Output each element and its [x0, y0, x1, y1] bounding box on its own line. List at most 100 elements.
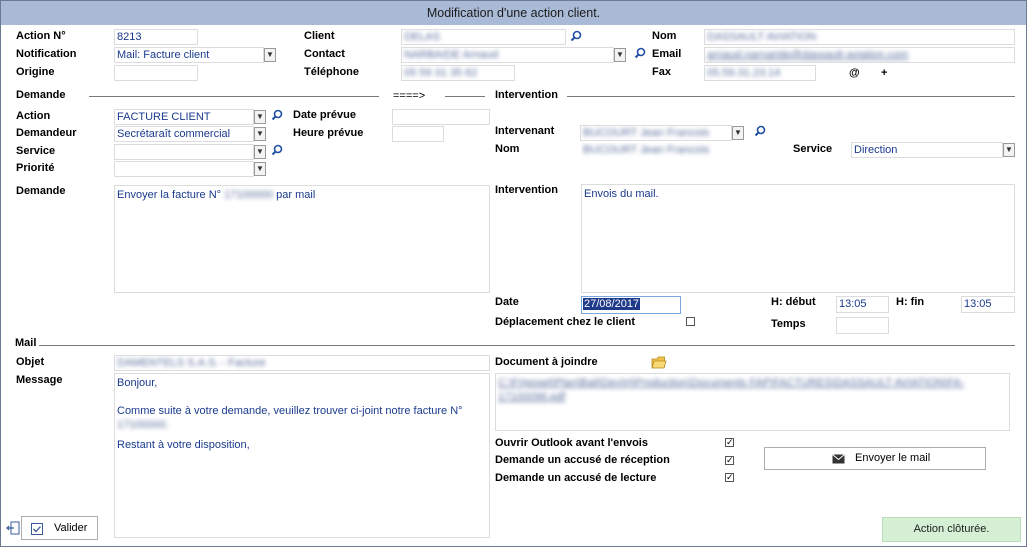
intervenant-dropdown-chevron-down-icon[interactable]: ▼	[732, 126, 744, 140]
client-search-magnifier-icon[interactable]	[570, 30, 582, 42]
intervention-textarea[interactable]: Envois du mail.	[581, 184, 1015, 293]
intervenant-label: Intervenant	[495, 125, 555, 137]
intervention-nom-value: BUCOURT Jean Francois	[583, 144, 710, 156]
validate-button[interactable]: Valider	[21, 516, 98, 540]
document-path: C:\Frigoset\Plan\Bail\Dev\H\Production\D…	[498, 377, 965, 403]
accuse-reception-label: Demande un accusé de réception	[495, 454, 670, 466]
fax-label: Fax	[652, 66, 671, 78]
objet-label: Objet	[16, 356, 45, 368]
add-plus-button[interactable]: +	[881, 66, 887, 80]
app-window: Modification d'une action client. Action…	[0, 0, 1027, 547]
demande-divider	[89, 96, 379, 97]
mail-divider	[39, 345, 1015, 346]
h-fin-label: H: fin	[896, 296, 925, 308]
contact-select[interactable]: NARBAIDE Arnaud	[401, 47, 614, 63]
priorite-label: Priorité	[16, 162, 55, 174]
telephone-label: Téléphone	[304, 66, 360, 78]
intervention-service-label: Service	[793, 143, 833, 155]
demandeur-dropdown-chevron-down-icon[interactable]: ▼	[254, 127, 266, 141]
heure-prevue-label: Heure prévue	[293, 127, 364, 139]
send-mail-button[interactable]: Envoyer le mail	[764, 447, 986, 470]
action-search-magnifier-icon[interactable]	[271, 109, 283, 121]
intervention-nom-field: BUCOURT Jean Francois	[580, 142, 780, 158]
deplacement-label: Déplacement chez le client	[495, 316, 635, 328]
accuse-lecture-checkbox[interactable]: ✓	[725, 473, 734, 482]
action-dropdown-chevron-down-icon[interactable]: ▼	[254, 110, 266, 124]
client-field[interactable]: DELAS	[401, 29, 566, 45]
check-icon	[31, 523, 43, 535]
objet-value: DAMENTELS S.A.S. - Facture	[117, 357, 266, 369]
nom-value: DASSAULT AVIATION	[707, 31, 817, 43]
message-line-2: Comme suite à votre demande, veuillez tr…	[117, 405, 463, 417]
intervenant-search-magnifier-icon[interactable]	[754, 125, 766, 137]
fax-value: 05.59.31.23.14	[707, 67, 781, 79]
exit-icon[interactable]	[6, 521, 20, 535]
action-select[interactable]: FACTURE CLIENT	[114, 109, 254, 125]
demandeur-select[interactable]: Secrétaraît commercial	[114, 126, 254, 142]
date-value: 27/08/2017	[583, 298, 641, 310]
contact-search-magnifier-icon[interactable]	[634, 47, 646, 59]
email-send-at-button[interactable]: @	[849, 66, 860, 80]
message-textarea[interactable]: Bonjour, Comme suite à votre demande, veu…	[114, 373, 490, 538]
action-no-label: Action N°	[16, 30, 66, 42]
service-dropdown-chevron-down-icon[interactable]: ▼	[254, 145, 266, 159]
notification-dropdown-chevron-down-icon[interactable]: ▼	[264, 48, 276, 62]
date-label: Date	[495, 296, 519, 308]
window-title: Modification d'une action client.	[1, 1, 1026, 25]
h-fin-field[interactable]: 13:05	[961, 296, 1015, 313]
heure-prevue-field[interactable]	[392, 126, 444, 142]
service-label: Service	[16, 145, 56, 157]
demande-suffix: par mail	[276, 189, 316, 201]
telephone-field[interactable]: 05 59 31 35 62	[401, 65, 515, 81]
date-prevue-label: Date prévue	[293, 109, 356, 121]
outlook-checkbox[interactable]: ✓	[725, 438, 734, 447]
client-label: Client	[304, 30, 335, 42]
message-line-3: 17100000.	[117, 419, 169, 431]
intervenant-value: BUCOURT Jean Francois	[583, 127, 710, 139]
outlook-label: Ouvrir Outlook avant l'envois	[495, 437, 648, 449]
service-select[interactable]	[114, 144, 254, 160]
send-mail-label: Envoyer le mail	[855, 452, 931, 464]
deplacement-checkbox[interactable]	[686, 317, 695, 326]
transfer-arrow: ====>	[393, 90, 426, 102]
notification-select[interactable]: Mail: Facture client	[114, 47, 264, 63]
intervention-text-label: Intervention	[495, 184, 558, 196]
attach-folder-icon[interactable]	[651, 355, 667, 369]
intervenant-select[interactable]: BUCOURT Jean Francois	[580, 125, 732, 141]
intervention-service-select[interactable]: Direction	[851, 142, 1003, 158]
accuse-lecture-label: Demande un accusé de lecture	[495, 472, 657, 484]
contact-value: NARBAIDE Arnaud	[404, 49, 499, 61]
client-value: DELAS	[404, 31, 441, 43]
message-line-1: Bonjour,	[117, 377, 158, 389]
document-path-field[interactable]: C:\Frigoset\Plan\Bail\Dev\H\Production\D…	[495, 373, 1010, 431]
demande-textarea[interactable]: Envoyer la facture N° 17100000 par mail	[114, 185, 490, 293]
temps-field[interactable]	[836, 317, 889, 334]
demandeur-label: Demandeur	[16, 127, 77, 139]
contact-dropdown-chevron-down-icon[interactable]: ▼	[614, 48, 626, 62]
email-field[interactable]: arnaud.narnaride@dassault-aviation.com	[704, 47, 1015, 63]
form-content: Action N° 8213 Notification Mail: Factur…	[1, 25, 1026, 546]
accuse-reception-checkbox[interactable]: ✓	[725, 456, 734, 465]
validate-label: Valider	[54, 522, 88, 534]
intervention-divider	[567, 96, 1015, 97]
date-prevue-field[interactable]	[392, 109, 490, 125]
nom-field[interactable]: DASSAULT AVIATION	[704, 29, 1015, 45]
objet-field[interactable]: DAMENTELS S.A.S. - Facture	[114, 355, 490, 371]
intervention-service-dropdown-chevron-down-icon[interactable]: ▼	[1003, 143, 1015, 157]
action-status-badge: Action clôturée.	[882, 517, 1021, 542]
action-label: Action	[16, 110, 51, 122]
demande-text-label: Demande	[16, 185, 66, 197]
origine-label: Origine	[16, 66, 55, 78]
h-debut-field[interactable]: 13:05	[836, 296, 889, 313]
priorite-dropdown-chevron-down-icon[interactable]: ▼	[254, 162, 266, 176]
date-field[interactable]: 27/08/2017	[581, 296, 681, 314]
email-label: Email	[652, 48, 682, 60]
priorite-select[interactable]	[114, 161, 254, 177]
action-no-field[interactable]: 8213	[114, 29, 198, 45]
service-search-magnifier-icon[interactable]	[271, 144, 283, 156]
nom-label: Nom	[652, 30, 677, 42]
document-label: Document à joindre	[495, 356, 598, 368]
fax-field[interactable]: 05.59.31.23.14	[704, 65, 816, 81]
origine-field[interactable]	[114, 65, 198, 81]
temps-label: Temps	[771, 318, 806, 330]
